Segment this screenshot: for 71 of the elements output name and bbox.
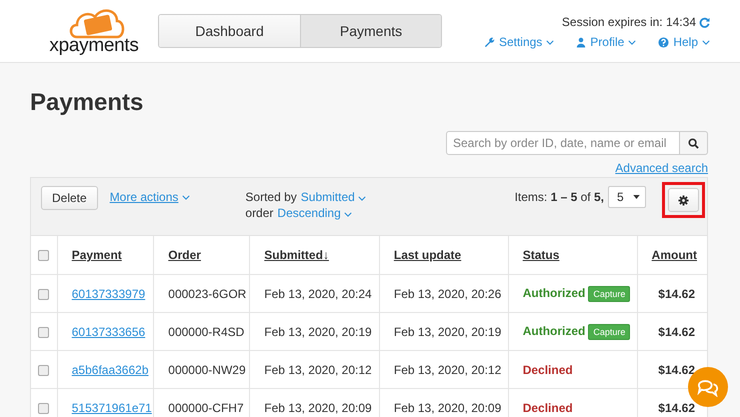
order-label: order — [245, 206, 274, 220]
amount-cell: $14.62 — [658, 362, 695, 376]
logo-text: xpayments — [49, 35, 139, 57]
nav-menu-link[interactable]: Profile — [576, 35, 636, 49]
gear-icon — [678, 194, 689, 206]
settings-button[interactable] — [668, 188, 699, 212]
sort-order-dropdown[interactable]: Descending — [277, 206, 352, 220]
wrench-icon — [484, 36, 495, 48]
search-field[interactable]: Search by order ID, date, name or email — [446, 131, 680, 155]
dropdown-arrow-icon — [633, 195, 640, 199]
sort-field-dropdown[interactable]: Submitted — [300, 190, 366, 204]
table-cell: 000000-CFH7 — [168, 400, 244, 414]
column-header[interactable]: Last update — [394, 248, 462, 262]
chat-bubbles-icon — [697, 377, 719, 397]
column-header[interactable]: Order — [168, 248, 201, 262]
payment-id-link[interactable]: a5b6faa3662b — [72, 362, 148, 376]
payment-id-link[interactable]: 60137333656 — [72, 324, 146, 338]
column-header[interactable]: Status — [522, 248, 560, 262]
table-cell: Feb 13, 2020, 20:24 — [264, 286, 372, 300]
column-header[interactable]: Payment — [72, 248, 122, 262]
table-cell: Feb 13, 2020, 20:09 — [264, 400, 372, 414]
amount-cell: $14.62 — [658, 400, 695, 414]
caret-icon — [628, 40, 636, 44]
table-cell: 000023-6GOR — [168, 286, 246, 300]
table-cell: Feb 13, 2020, 20:12 — [394, 362, 502, 376]
row-checkbox[interactable] — [38, 364, 49, 376]
capture-button[interactable]: Capture — [588, 286, 630, 302]
caret-icon — [358, 196, 366, 201]
help-icon — [658, 36, 670, 48]
status-label: Authorized — [522, 324, 586, 338]
payment-id-link[interactable]: 515371961e71 — [72, 400, 152, 414]
table-cell: 000000-NW29 — [168, 362, 246, 376]
session-timer: Session expires in: 14:34 — [562, 15, 696, 29]
table-cell: 000000-R4SD — [168, 324, 244, 338]
caret-icon — [702, 40, 710, 44]
payment-id-link[interactable]: 60137333979 — [72, 286, 146, 300]
caret-icon — [182, 194, 190, 200]
column-header[interactable]: Amount — [652, 248, 697, 262]
caret-icon — [546, 40, 554, 44]
nav-tab[interactable]: Payments — [300, 15, 441, 47]
row-checkbox[interactable] — [38, 326, 49, 338]
search-button[interactable] — [680, 131, 708, 155]
advanced-search-link[interactable]: Advanced search — [615, 161, 708, 177]
table-cell: Feb 13, 2020, 20:12 — [264, 362, 372, 376]
per-page-select[interactable]: 5 — [608, 186, 646, 208]
more-actions-link[interactable]: More actions — [110, 190, 190, 204]
capture-button[interactable]: Capture — [588, 324, 630, 340]
items-count: Items: 1 – 5 of 5, — [514, 190, 604, 204]
nav-menu-link[interactable]: Settings — [484, 35, 554, 49]
user-icon — [576, 36, 586, 48]
page-title: Payments — [30, 89, 144, 118]
table-cell: Feb 13, 2020, 20:09 — [394, 400, 502, 414]
table-cell: Feb 13, 2020, 20:19 — [264, 324, 372, 338]
search-icon — [688, 138, 699, 148]
select-all-checkbox[interactable] — [38, 250, 49, 262]
refresh-icon[interactable] — [699, 16, 710, 28]
row-checkbox[interactable] — [38, 288, 49, 300]
nav-tab[interactable]: Dashboard — [159, 15, 300, 47]
table-cell: Feb 13, 2020, 20:26 — [394, 286, 502, 300]
row-checkbox[interactable] — [38, 402, 49, 414]
nav-menu-link[interactable]: Help — [658, 35, 710, 49]
caret-icon — [344, 212, 352, 217]
status-label: Authorized — [522, 286, 586, 300]
amount-cell: $14.62 — [658, 324, 695, 338]
sort-label: Sorted by — [245, 190, 297, 204]
amount-cell: $14.62 — [658, 286, 695, 300]
status-label: Declined — [522, 400, 573, 414]
column-header[interactable]: Submitted↓ — [264, 248, 329, 262]
table-cell: Feb 13, 2020, 20:19 — [394, 324, 502, 338]
status-label: Declined — [522, 362, 573, 376]
delete-button[interactable]: Delete — [41, 186, 98, 210]
